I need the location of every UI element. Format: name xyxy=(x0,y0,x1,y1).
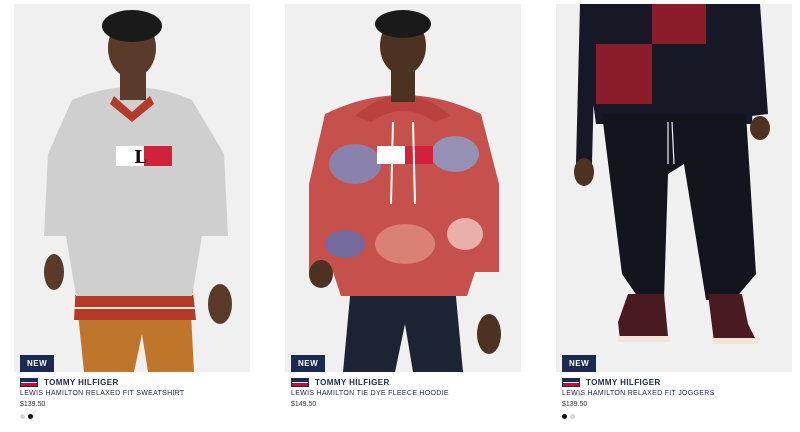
color-swatch[interactable] xyxy=(28,414,33,419)
tommy-flag-icon xyxy=(20,377,38,387)
product-price: $139.50 xyxy=(562,401,588,408)
color-swatch[interactable] xyxy=(20,414,25,419)
product-card[interactable]: NEW TOMMY HILFIGER LEWIS HAMILTON RELAXE… xyxy=(556,4,792,428)
product-name-link[interactable]: LEWIS HAMILTON RELAXED FIT SWEATSHIRT xyxy=(20,390,184,397)
new-badge: NEW xyxy=(291,355,326,372)
product-price: $139.50 xyxy=(20,401,46,408)
new-badge: NEW xyxy=(562,355,597,372)
color-swatches xyxy=(562,414,575,419)
product-image[interactable]: NEW xyxy=(285,4,521,372)
product-price: $149.50 xyxy=(291,401,317,408)
color-swatch[interactable] xyxy=(570,414,575,419)
brand-row: TOMMY HILFIGER xyxy=(562,376,661,388)
new-badge: NEW xyxy=(20,355,55,372)
product-card[interactable]: L NEW TOMMY HILFIGER LEWIS HAMILTON RELA… xyxy=(14,4,250,428)
product-name-link[interactable]: LEWIS HAMILTON TIE DYE FLEECE HOODIE xyxy=(291,390,449,397)
product-name-link[interactable]: LEWIS HAMILTON RELAXED FIT JOGGERS xyxy=(562,390,715,397)
product-grid: L NEW TOMMY HILFIGER LEWIS HAMILTON RELA… xyxy=(0,0,800,432)
brand-name: TOMMY HILFIGER xyxy=(586,377,661,387)
brand-name: TOMMY HILFIGER xyxy=(44,377,119,387)
svg-text:L: L xyxy=(134,147,147,168)
color-swatches xyxy=(20,414,33,419)
color-swatch[interactable] xyxy=(562,414,567,419)
brand-row: TOMMY HILFIGER xyxy=(291,376,390,388)
tommy-flag-icon xyxy=(562,377,580,387)
product-image[interactable]: L NEW xyxy=(14,4,250,372)
tommy-flag-icon xyxy=(291,377,309,387)
product-card[interactable]: NEW TOMMY HILFIGER LEWIS HAMILTON TIE DY… xyxy=(285,4,521,428)
brand-row: TOMMY HILFIGER xyxy=(20,376,119,388)
product-image[interactable]: NEW xyxy=(556,4,792,372)
brand-name: TOMMY HILFIGER xyxy=(315,377,390,387)
